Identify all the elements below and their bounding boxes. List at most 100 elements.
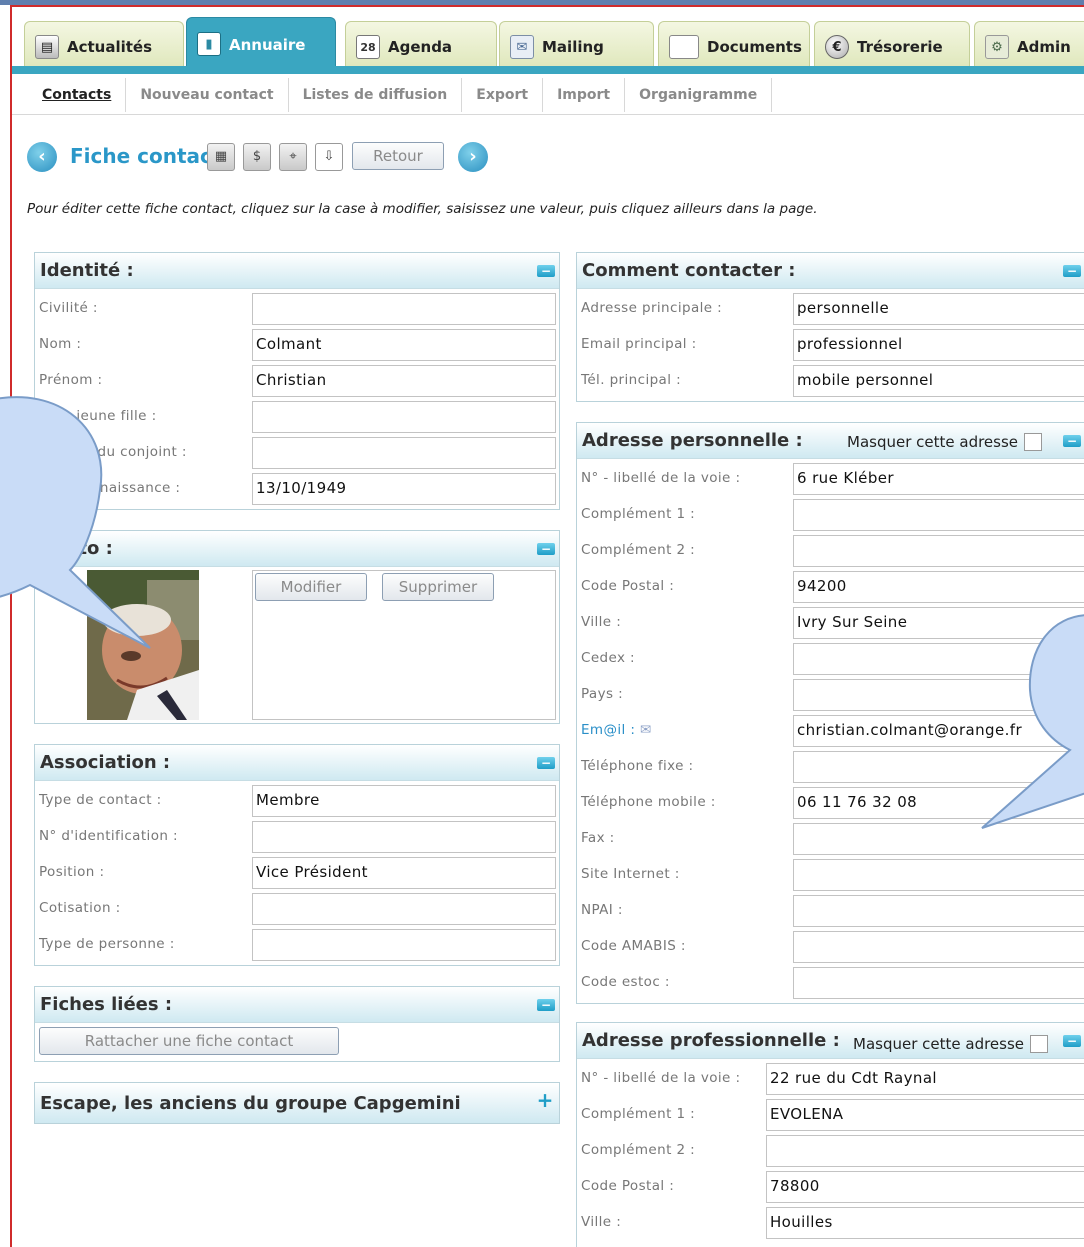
field-value-input[interactable]: Christian [252, 365, 556, 397]
speech-bubble-left [0, 396, 151, 649]
field-value-input[interactable]: professionnel [793, 329, 1084, 361]
collapse-icon[interactable]: − [537, 999, 555, 1011]
modify-photo-button[interactable]: Modifier [255, 573, 367, 601]
euro-icon: € [825, 35, 849, 59]
newspaper-icon: ▤ [35, 35, 59, 59]
field-value-input[interactable] [793, 499, 1084, 531]
mask-address-option[interactable]: Masquer cette adresse [847, 433, 1043, 451]
collapse-icon[interactable]: − [537, 757, 555, 769]
field-row: Type de personne : [34, 929, 556, 961]
map-icon[interactable]: ⌖ [279, 143, 307, 171]
mask-address-label: Masquer cette adresse [853, 1035, 1025, 1053]
email-label-text: Em@il : [581, 722, 636, 738]
field-value-input[interactable] [793, 535, 1084, 567]
field-label: Complément 1 : [581, 506, 696, 522]
field-row: Position : Vice Président [34, 857, 556, 889]
field-label: Code Postal : [581, 1178, 675, 1194]
field-row: Cotisation : [34, 893, 556, 925]
panel-header: Escape, les anciens du groupe Capgemini … [35, 1083, 559, 1123]
panel-title: Adresse personnelle : [582, 430, 803, 451]
tab-admin[interactable]: ⚙ Admin [974, 21, 1084, 72]
previous-contact-button[interactable]: ‹ [27, 142, 57, 172]
panel-title: Identité : [40, 260, 134, 281]
field-label: N° - libellé de la voie : [581, 1070, 741, 1086]
field-value-input[interactable] [252, 401, 556, 433]
tab-underline-strip [12, 66, 1084, 74]
attach-contact-button[interactable]: Rattacher une fiche contact [39, 1027, 339, 1055]
field-value-input[interactable] [252, 293, 556, 325]
field-value-input[interactable]: EVOLENA [766, 1099, 1084, 1131]
mask-address-checkbox[interactable] [1024, 433, 1043, 451]
field-value-input[interactable]: 78800 [766, 1171, 1084, 1203]
field-value-input[interactable]: personnelle [793, 293, 1084, 325]
field-label: Email principal : [581, 336, 697, 352]
collapse-icon[interactable]: − [537, 543, 555, 555]
collapse-icon[interactable]: − [1063, 435, 1081, 447]
subnav-nouveau-contact[interactable]: Nouveau contact [126, 78, 289, 112]
subnav-import[interactable]: Import [543, 78, 626, 112]
vcard-icon[interactable]: ▦ [207, 143, 235, 171]
panel-title: Adresse professionnelle : [582, 1030, 840, 1051]
field-value-input[interactable] [252, 929, 556, 961]
collapse-icon[interactable]: − [1063, 1035, 1081, 1047]
delete-photo-button[interactable]: Supprimer [382, 573, 494, 601]
subnav-listes-diffusion[interactable]: Listes de diffusion [289, 78, 463, 112]
field-value-input[interactable] [252, 821, 556, 853]
field-row: Type de contact : Membre [34, 785, 556, 817]
field-value-input[interactable]: mobile personnel [793, 365, 1084, 397]
tab-tresorerie[interactable]: € Trésorerie [814, 21, 970, 72]
field-row: Code estoc : [576, 967, 1084, 999]
field-label: Type de personne : [39, 936, 175, 952]
field-label: Civilité : [39, 300, 98, 316]
field-label: Cedex : [581, 650, 635, 666]
collapse-icon[interactable]: − [537, 265, 555, 277]
page-title: Fiche contact [70, 144, 222, 168]
email-label[interactable]: Em@il : ✉ [581, 722, 652, 738]
tab-agenda[interactable]: 28 Agenda [345, 21, 497, 72]
tab-documents[interactable]: Documents [658, 21, 810, 72]
field-label: Tél. principal : [581, 372, 682, 388]
field-value-input[interactable]: 6 rue Kléber [793, 463, 1084, 495]
tab-annuaire[interactable]: ▮ Annuaire [186, 17, 336, 73]
tab-mailing[interactable]: ✉ Mailing [499, 21, 654, 72]
field-value-input[interactable] [793, 859, 1084, 891]
field-value-input[interactable]: 13/10/1949 [252, 473, 556, 505]
collapse-icon[interactable]: − [1063, 265, 1081, 277]
expand-icon[interactable]: + [535, 1090, 555, 1110]
field-value-input[interactable] [252, 893, 556, 925]
tab-actualites[interactable]: ▤ Actualités [24, 21, 184, 72]
field-row: Tél. principal : mobile personnel [576, 365, 1084, 397]
field-row: Ville : Houilles [576, 1207, 1084, 1239]
field-value-input[interactable]: Vice Président [252, 857, 556, 889]
field-value-input[interactable] [793, 931, 1084, 963]
subnav-organigramme[interactable]: Organigramme [625, 78, 773, 112]
field-label: Adresse principale : [581, 300, 723, 316]
field-value-input[interactable]: 94200 [793, 571, 1084, 603]
mask-address-checkbox[interactable] [1030, 1035, 1049, 1053]
mask-address-option[interactable]: Masquer cette adresse [853, 1035, 1049, 1053]
back-button[interactable]: Retour [352, 142, 444, 170]
field-row: N° d'identification : [34, 821, 556, 853]
field-value-input[interactable]: Colmant [252, 329, 556, 361]
calendar-icon: 28 [356, 35, 380, 59]
field-value-input[interactable] [793, 967, 1084, 999]
export-pdf-icon[interactable]: ⇩ [315, 143, 343, 171]
field-value-input[interactable] [793, 895, 1084, 927]
field-value-input[interactable] [766, 1135, 1084, 1167]
field-label: Téléphone mobile : [581, 794, 716, 810]
book-icon: ▮ [197, 32, 221, 56]
field-value-input[interactable]: Houilles [766, 1207, 1084, 1239]
money-icon[interactable]: $ [243, 143, 271, 171]
field-row: Complément 2 : [576, 1135, 1084, 1167]
next-contact-button[interactable]: › [458, 142, 488, 172]
field-value-input[interactable] [252, 437, 556, 469]
field-label: Code estoc : [581, 974, 670, 990]
field-value-input[interactable]: 22 rue du Cdt Raynal [766, 1063, 1084, 1095]
envelope-icon[interactable]: ✉ [635, 722, 651, 738]
edit-instructions: Pour éditer cette fiche contact, cliquez… [27, 201, 818, 217]
panel-title: Fiches liées : [40, 994, 173, 1015]
field-value-input[interactable]: Membre [252, 785, 556, 817]
subnav-contacts[interactable]: Contacts [28, 78, 127, 112]
field-label: Position : [39, 864, 105, 880]
subnav-export[interactable]: Export [462, 78, 544, 112]
